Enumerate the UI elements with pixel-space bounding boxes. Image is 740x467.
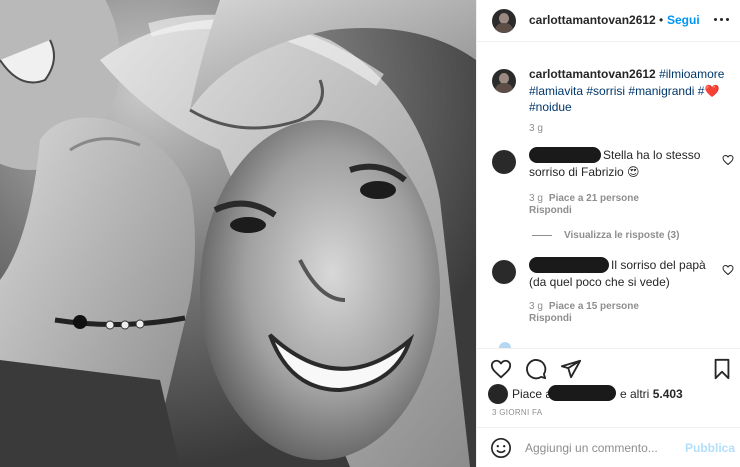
caption-time[interactable]: 3 g <box>529 123 543 134</box>
header-separator: • <box>659 13 664 27</box>
comment-item: Il sorriso del papà (da quel poco che si… <box>492 257 734 324</box>
author-username[interactable]: carlottamantovan2612 <box>529 13 656 27</box>
reply-button[interactable]: Rispondi <box>529 313 572 324</box>
likes-summary[interactable]: Piace a e altri 5.403 <box>488 383 732 405</box>
comment-time[interactable]: 3 g <box>529 193 543 204</box>
divider <box>532 234 552 236</box>
commenter-avatar[interactable] <box>492 150 516 174</box>
hashtag[interactable]: #sorrisi <box>586 84 625 98</box>
emoji-icon[interactable] <box>490 437 512 459</box>
hashtag[interactable]: #ilmioamore <box>659 67 724 81</box>
commenter-avatar[interactable] <box>492 260 516 284</box>
comment-item: Stella ha lo stesso sorriso di Fabrizio … <box>492 147 734 216</box>
post-actions: Piace a e altri 5.403 3 GIORNI FA Pubbli… <box>477 348 740 467</box>
post-header: carlottamantovan2612 • Segui <box>477 0 740 42</box>
post-photo[interactable] <box>0 0 476 467</box>
comment-bubble-icon[interactable] <box>525 358 547 380</box>
caption-avatar[interactable] <box>492 69 516 93</box>
follow-button[interactable]: Segui <box>667 13 700 27</box>
liker-avatar <box>488 384 508 404</box>
hashtag[interactable]: #noidue <box>529 100 572 114</box>
paper-plane-icon[interactable] <box>560 358 582 380</box>
likes-suffix[interactable]: e altri 5.403 <box>620 387 683 401</box>
comment-like-heart-icon[interactable] <box>722 154 734 166</box>
hashtag[interactable]: #lamiavita <box>529 84 583 98</box>
hashtag[interactable]: #manigrandi <box>628 84 694 98</box>
add-comment-bar: Pubblica <box>477 427 740 467</box>
post-caption: carlottamantovan2612 #ilmioamore #lamiav… <box>492 66 732 134</box>
comment-likes[interactable]: Piace a 21 persone <box>549 193 639 204</box>
comment-like-heart-icon[interactable] <box>722 264 734 276</box>
redacted-username <box>529 257 609 273</box>
comment-input[interactable] <box>525 438 675 458</box>
caption-text: carlottamantovan2612 #ilmioamore #lamiav… <box>529 66 729 116</box>
instagram-post: carlottamantovan2612 • Segui carlottaman… <box>0 0 740 467</box>
black-and-white-selfie-image <box>0 0 476 467</box>
redacted-liker-name <box>548 385 616 401</box>
post-side-panel: carlottamantovan2612 • Segui carlottaman… <box>476 0 740 467</box>
post-time-ago[interactable]: 3 GIORNI FA <box>492 408 542 417</box>
reply-button[interactable]: Rispondi <box>529 205 572 216</box>
comment-meta: 3 g Piace a 15 persone <box>529 301 639 312</box>
redacted-username <box>529 147 601 163</box>
caption-username[interactable]: carlottamantovan2612 <box>529 67 656 81</box>
author-avatar[interactable] <box>492 9 516 33</box>
comment-meta: 3 g Piace a 21 persone <box>529 193 639 204</box>
heart-outline-icon[interactable] <box>490 358 512 380</box>
view-replies-button[interactable]: Visualizza le risposte (3) <box>532 230 679 241</box>
comment-time[interactable]: 3 g <box>529 301 543 312</box>
bookmark-icon[interactable] <box>711 358 733 380</box>
likes-prefix: Piace a <box>512 387 553 401</box>
more-options-icon[interactable] <box>713 12 731 26</box>
comment-likes[interactable]: Piace a 15 persone <box>549 301 639 312</box>
heart-emoji-icon: ❤️ <box>704 83 720 98</box>
publish-button[interactable]: Pubblica <box>685 441 735 455</box>
